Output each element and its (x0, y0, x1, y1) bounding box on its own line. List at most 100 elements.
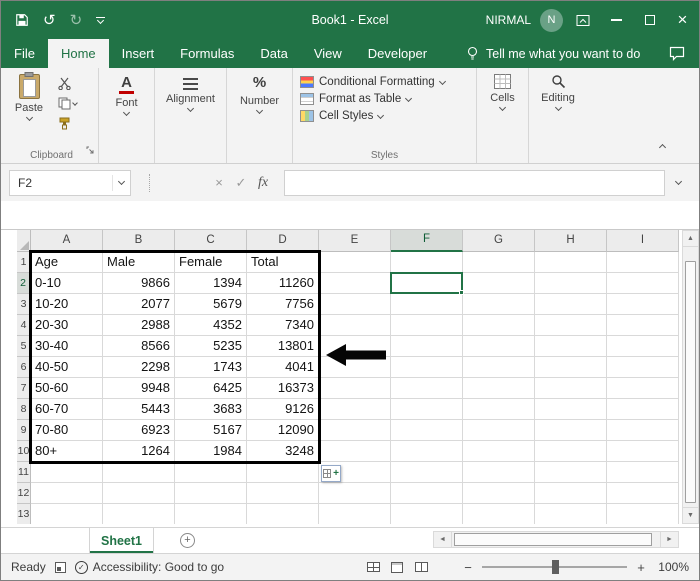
cell-D9[interactable]: 12090 (247, 420, 319, 441)
cell-H11[interactable] (535, 462, 607, 483)
cell-C9[interactable]: 5167 (175, 420, 247, 441)
cell-F5[interactable] (391, 336, 463, 357)
cell-F9[interactable] (391, 420, 463, 441)
vertical-scrollbar[interactable]: ▲ ▼ (682, 230, 699, 524)
cell-D3[interactable]: 7756 (247, 294, 319, 315)
cell-E2[interactable] (319, 273, 391, 294)
cell-D2[interactable]: 11260 (247, 273, 319, 294)
cell-A13[interactable] (31, 504, 103, 524)
maximize-button[interactable] (633, 1, 666, 39)
cell-I11[interactable] (607, 462, 679, 483)
cell-H8[interactable] (535, 399, 607, 420)
cell-B11[interactable] (103, 462, 175, 483)
sheet-tab-sheet1[interactable]: Sheet1 (89, 528, 154, 553)
cell-D11[interactable] (247, 462, 319, 483)
formula-bar-separator[interactable] (149, 173, 150, 192)
tab-formulas[interactable]: Formulas (167, 39, 247, 68)
zoom-slider-thumb[interactable] (551, 560, 559, 574)
comments-button[interactable] (669, 39, 685, 68)
editing-button[interactable]: Editing (529, 68, 587, 112)
ribbon-display-options-button[interactable] (576, 14, 590, 27)
name-box[interactable]: F2 (9, 169, 131, 196)
cell-G2[interactable] (463, 273, 535, 294)
cell-I6[interactable] (607, 357, 679, 378)
cell-B7[interactable]: 9948 (103, 378, 175, 399)
cell-E10[interactable] (319, 441, 391, 462)
cell-E4[interactable] (319, 315, 391, 336)
number-button[interactable]: % Number (227, 68, 292, 115)
close-button[interactable]: × (666, 1, 699, 39)
zoom-in-button[interactable]: + (635, 560, 647, 575)
cell-I12[interactable] (607, 483, 679, 504)
column-header-D[interactable]: D (247, 230, 319, 252)
copy-button[interactable] (58, 97, 78, 110)
cell-D12[interactable] (247, 483, 319, 504)
row-header-10[interactable]: 10 (17, 441, 31, 462)
horizontal-scrollbar[interactable]: ◄ ► (433, 531, 679, 548)
cell-G1[interactable] (463, 252, 535, 273)
cell-C8[interactable]: 3683 (175, 399, 247, 420)
cell-H1[interactable] (535, 252, 607, 273)
scroll-down-button[interactable]: ▼ (683, 507, 698, 523)
cell-H4[interactable] (535, 315, 607, 336)
cell-G10[interactable] (463, 441, 535, 462)
cell-G3[interactable] (463, 294, 535, 315)
row-header-9[interactable]: 9 (17, 420, 31, 441)
cell-H3[interactable] (535, 294, 607, 315)
cell-F10[interactable] (391, 441, 463, 462)
cell-C1[interactable]: Female (175, 252, 247, 273)
cell-E3[interactable] (319, 294, 391, 315)
tab-home[interactable]: Home (47, 39, 109, 68)
cut-button[interactable] (58, 77, 71, 90)
collapse-ribbon-button[interactable] (658, 137, 667, 155)
cell-D1[interactable]: Total (247, 252, 319, 273)
cell-I8[interactable] (607, 399, 679, 420)
cell-D4[interactable]: 7340 (247, 315, 319, 336)
row-header-8[interactable]: 8 (17, 399, 31, 420)
cell-G5[interactable] (463, 336, 535, 357)
column-header-A[interactable]: A (31, 230, 103, 252)
row-header-5[interactable]: 5 (17, 336, 31, 357)
cell-A1[interactable]: Age (31, 252, 103, 273)
cell-H5[interactable] (535, 336, 607, 357)
cell-F3[interactable] (391, 294, 463, 315)
cell-H9[interactable] (535, 420, 607, 441)
row-header-11[interactable]: 11 (17, 462, 31, 483)
cell-E12[interactable] (319, 483, 391, 504)
vertical-scroll-track[interactable] (683, 247, 698, 507)
cell-G12[interactable] (463, 483, 535, 504)
cell-C2[interactable]: 1394 (175, 273, 247, 294)
cell-B3[interactable]: 2077 (103, 294, 175, 315)
fill-handle[interactable] (459, 290, 464, 295)
cell-E9[interactable] (319, 420, 391, 441)
page-break-view-button[interactable] (411, 558, 431, 576)
cell-A7[interactable]: 50-60 (31, 378, 103, 399)
row-header-4[interactable]: 4 (17, 315, 31, 336)
row-header-3[interactable]: 3 (17, 294, 31, 315)
cell-E7[interactable] (319, 378, 391, 399)
tab-view[interactable]: View (301, 39, 355, 68)
horizontal-scroll-track[interactable] (451, 532, 661, 547)
column-header-C[interactable]: C (175, 230, 247, 252)
minimize-button[interactable] (600, 1, 633, 39)
avatar[interactable]: N (540, 8, 563, 32)
insert-function-button[interactable]: fx (252, 175, 274, 191)
cell-H6[interactable] (535, 357, 607, 378)
user-name[interactable]: NIRMAL (486, 13, 531, 27)
horizontal-scrollbar-thumb[interactable] (454, 533, 652, 546)
cell-I7[interactable] (607, 378, 679, 399)
column-header-G[interactable]: G (463, 230, 535, 252)
cell-G8[interactable] (463, 399, 535, 420)
cell-H10[interactable] (535, 441, 607, 462)
cell-C10[interactable]: 1984 (175, 441, 247, 462)
cell-G7[interactable] (463, 378, 535, 399)
select-all-corner[interactable] (17, 230, 31, 252)
redo-button[interactable]: ↻ (70, 13, 83, 28)
cell-E1[interactable] (319, 252, 391, 273)
normal-view-button[interactable] (363, 558, 383, 576)
cell-E13[interactable] (319, 504, 391, 524)
paste-button[interactable]: Paste (5, 68, 53, 130)
cell-C5[interactable]: 5235 (175, 336, 247, 357)
cell-A2[interactable]: 0-10 (31, 273, 103, 294)
cell-C12[interactable] (175, 483, 247, 504)
